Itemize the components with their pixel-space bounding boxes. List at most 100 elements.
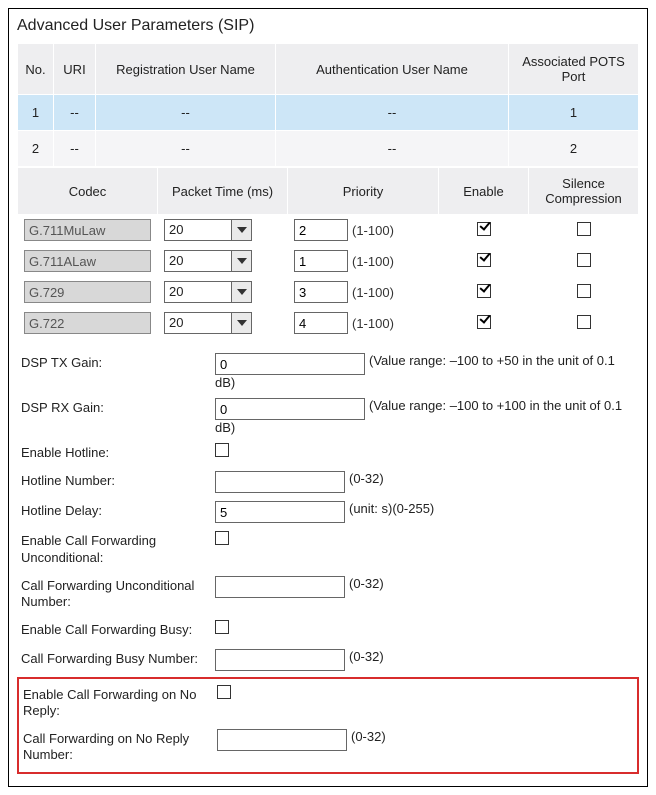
dsp-rx-unit: dB)	[215, 420, 235, 435]
cell-uri: --	[54, 95, 96, 131]
priority-hint: (1-100)	[352, 254, 394, 269]
silence-checkbox[interactable]	[577, 253, 591, 267]
cfnr-highlight: Enable Call Forwarding on No Reply: Call…	[17, 677, 639, 774]
col-uri: URI	[54, 44, 96, 95]
row-hotline-delay: Hotline Delay: (unit: s)(0-255)	[17, 497, 639, 527]
codec-row: G.729 20 (1-100)	[18, 277, 639, 308]
col-priority: Priority	[288, 168, 439, 215]
label-cfu-number: Call Forwarding Unconditional Number:	[17, 576, 215, 613]
cfu-number-hint: (0-32)	[349, 576, 384, 591]
silence-checkbox[interactable]	[577, 222, 591, 236]
packet-time-value: 20	[165, 282, 231, 302]
priority-hint: (1-100)	[352, 285, 394, 300]
silence-checkbox[interactable]	[577, 284, 591, 298]
cfu-number-input[interactable]	[215, 576, 345, 598]
label-dsp-rx: DSP RX Gain:	[17, 398, 215, 418]
label-hotline-delay: Hotline Delay:	[17, 501, 215, 521]
hotline-delay-hint: (unit: s)(0-255)	[349, 501, 434, 516]
row-hotline-number: Hotline Number: (0-32)	[17, 467, 639, 497]
label-cfb-enable: Enable Call Forwarding Busy:	[17, 620, 215, 640]
packet-time-select[interactable]: 20	[164, 312, 252, 334]
col-reg: Registration User Name	[96, 44, 276, 95]
users-table: No. URI Registration User Name Authentic…	[17, 43, 639, 167]
codec-row: G.711ALaw 20 (1-100)	[18, 246, 639, 277]
dsp-rx-gain-input[interactable]	[215, 398, 365, 420]
row-cfb-number: Call Forwarding Busy Number: (0-32)	[17, 645, 639, 675]
enable-checkbox[interactable]	[477, 315, 491, 329]
table-row[interactable]: 2 -- -- -- 2	[18, 131, 639, 167]
cfnr-number-input[interactable]	[217, 729, 347, 751]
enable-checkbox[interactable]	[477, 253, 491, 267]
chevron-down-icon[interactable]	[231, 313, 251, 333]
label-hotline-number: Hotline Number:	[17, 471, 215, 491]
panel-title: Advanced User Parameters (SIP)	[17, 17, 639, 35]
priority-input[interactable]	[294, 219, 348, 241]
sip-advanced-panel: Advanced User Parameters (SIP) No. URI R…	[8, 8, 648, 787]
packet-time-value: 20	[165, 220, 231, 240]
cell-uri: --	[54, 131, 96, 167]
table-row[interactable]: 1 -- -- -- 1	[18, 95, 639, 131]
codec-name: G.729	[24, 281, 151, 303]
silence-checkbox[interactable]	[577, 315, 591, 329]
packet-time-value: 20	[165, 251, 231, 271]
hotline-number-hint: (0-32)	[349, 471, 384, 486]
label-cfb-number: Call Forwarding Busy Number:	[17, 649, 215, 669]
packet-time-select[interactable]: 20	[164, 219, 252, 241]
col-port: Associated POTS Port	[509, 44, 639, 95]
cell-port: 2	[509, 131, 639, 167]
col-auth: Authentication User Name	[276, 44, 509, 95]
codec-row: G.711MuLaw 20 (1-100)	[18, 215, 639, 246]
enable-hotline-checkbox[interactable]	[215, 443, 229, 457]
priority-hint: (1-100)	[352, 223, 394, 238]
cfb-number-input[interactable]	[215, 649, 345, 671]
settings-form: DSP TX Gain: dB) (Value range: –100 to +…	[17, 349, 639, 774]
col-no: No.	[18, 44, 54, 95]
row-cfnr-enable: Enable Call Forwarding on No Reply:	[19, 681, 637, 726]
label-dsp-tx: DSP TX Gain:	[17, 353, 215, 373]
priority-input[interactable]	[294, 312, 348, 334]
cfu-enable-checkbox[interactable]	[215, 531, 229, 545]
chevron-down-icon[interactable]	[231, 251, 251, 271]
hotline-delay-input[interactable]	[215, 501, 345, 523]
col-codec: Codec	[18, 168, 158, 215]
col-enable: Enable	[439, 168, 529, 215]
label-cfu-enable: Enable Call Forwarding Unconditional:	[17, 531, 215, 568]
enable-checkbox[interactable]	[477, 222, 491, 236]
cell-auth: --	[276, 95, 509, 131]
codec-row: G.72220(1-100)	[18, 308, 639, 339]
packet-time-select[interactable]: 20	[164, 250, 252, 272]
dsp-rx-hint: (Value range: –100 to +100 in the unit o…	[369, 398, 622, 413]
row-cfb-enable: Enable Call Forwarding Busy:	[17, 616, 639, 644]
row-enable-hotline: Enable Hotline:	[17, 439, 639, 467]
cell-no: 2	[18, 131, 54, 167]
priority-input[interactable]	[294, 281, 348, 303]
cfb-enable-checkbox[interactable]	[215, 620, 229, 634]
cell-no: 1	[18, 95, 54, 131]
packet-time-value: 20	[165, 313, 231, 333]
row-dsp-rx-gain: DSP RX Gain: dB) (Value range: –100 to +…	[17, 394, 639, 439]
codec-name: G.711ALaw	[24, 250, 151, 272]
row-cfu-number: Call Forwarding Unconditional Number: (0…	[17, 572, 639, 617]
priority-input[interactable]	[294, 250, 348, 272]
packet-time-select[interactable]: 20	[164, 281, 252, 303]
cell-reg: --	[96, 131, 276, 167]
row-cfnr-number: Call Forwarding on No Reply Number: (0-3…	[19, 725, 637, 770]
dsp-tx-unit: dB)	[215, 375, 235, 390]
cell-auth: --	[276, 131, 509, 167]
dsp-tx-gain-input[interactable]	[215, 353, 365, 375]
row-cfu-enable: Enable Call Forwarding Unconditional:	[17, 527, 639, 572]
enable-checkbox[interactable]	[477, 284, 491, 298]
label-cfnr-enable: Enable Call Forwarding on No Reply:	[19, 685, 217, 722]
priority-hint: (1-100)	[352, 316, 394, 331]
cfnr-number-hint: (0-32)	[351, 729, 386, 744]
cfnr-enable-checkbox[interactable]	[217, 685, 231, 699]
hotline-number-input[interactable]	[215, 471, 345, 493]
codec-name: G.711MuLaw	[24, 219, 151, 241]
chevron-down-icon[interactable]	[231, 282, 251, 302]
col-ptime: Packet Time (ms)	[158, 168, 288, 215]
chevron-down-icon[interactable]	[231, 220, 251, 240]
codec-table: Codec Packet Time (ms) Priority Enable S…	[17, 167, 639, 339]
label-enable-hotline: Enable Hotline:	[17, 443, 215, 463]
cell-port: 1	[509, 95, 639, 131]
cfb-number-hint: (0-32)	[349, 649, 384, 664]
